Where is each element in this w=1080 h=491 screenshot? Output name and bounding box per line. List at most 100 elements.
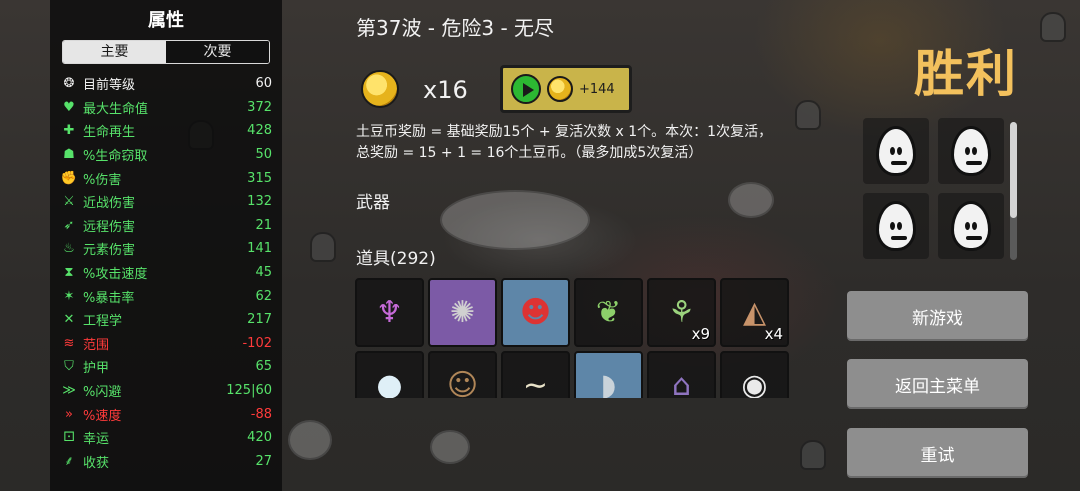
egg-face-part <box>972 222 977 230</box>
item-spiked-ball[interactable]: ✺ <box>428 278 497 347</box>
item-green-sack-icon: ❦ <box>595 295 622 330</box>
items-label: 道具(292) <box>356 249 436 269</box>
item-sprout[interactable]: ⚘ x9 <box>647 278 716 347</box>
character-grid <box>863 118 1004 259</box>
coin-count: x16 <box>423 76 468 104</box>
stat-row: ✊ %伤害 315 <box>60 166 272 190</box>
stat-label: 收获 <box>83 455 110 471</box>
item-bandaged-head-icon: ◉ <box>741 368 768 398</box>
stat-row: ⚀ 幸运 420 <box>60 426 272 450</box>
character-vampire-egg[interactable] <box>938 193 1004 259</box>
character-hat-egg[interactable] <box>863 193 929 259</box>
item-clown-face[interactable]: ☻ <box>501 278 570 347</box>
reward-description: 土豆币奖励 = 基础奖励15个 + 复活次数 x 1个。本次：1次复活， 总奖励… <box>356 122 796 164</box>
item-green-sack[interactable]: ❦ <box>574 278 643 347</box>
tab-secondary[interactable]: 次要 <box>166 41 269 63</box>
item-cake-slice[interactable]: ◭ x4 <box>720 278 789 347</box>
item-lizard[interactable]: ∼ <box>501 351 570 398</box>
enemy-swarm <box>728 182 774 218</box>
stat-row: ✚ 生命再生 428 <box>60 119 272 143</box>
stat-row: ❂ 目前等级 60 <box>60 72 272 96</box>
egg-face-part <box>890 147 895 155</box>
dodge-icon: ≫ <box>62 383 76 399</box>
item-monkey[interactable]: ☺ <box>428 351 497 398</box>
stat-label: %攻击速度 <box>83 267 148 283</box>
item-horn[interactable]: ◗ <box>574 351 643 398</box>
speed-icon: » <box>65 406 73 422</box>
stat-value: 132 <box>247 194 272 210</box>
items-grid: ♆ ✺ ☻ ❦ ⚘ x9 ◭ x4 ● ☺ ∼ ◗ ⌂ ◉ <box>355 278 795 398</box>
stat-label: %速度 <box>83 408 122 424</box>
stat-label: 远程伤害 <box>83 219 136 235</box>
stat-value: 45 <box>255 265 272 281</box>
wave-title: 第37波 - 危险3 - 无尽 <box>356 16 555 40</box>
egg-face-part <box>897 222 902 230</box>
stat-row: ♨ 元素伤害 141 <box>60 237 272 261</box>
character-hat-egg-icon <box>876 201 916 251</box>
stat-value: 27 <box>255 453 272 469</box>
fist-icon: ✊ <box>60 170 78 186</box>
item-cake-slice-icon: ◭ <box>742 295 767 330</box>
item-snowball-icon: ● <box>376 368 403 398</box>
stat-row: » %速度 -88 <box>60 402 272 426</box>
stat-row: ♥ 最大生命值 372 <box>60 96 272 120</box>
stat-row: ✶ %暴击率 62 <box>60 284 272 308</box>
character-scrollbar-thumb[interactable] <box>1010 122 1017 218</box>
stat-value: 141 <box>247 241 272 257</box>
item-lizard-icon: ∼ <box>522 368 549 398</box>
character-vampire-egg-icon <box>951 201 991 251</box>
stat-value: -102 <box>242 335 272 351</box>
item-purple-altar[interactable]: ♆ <box>355 278 424 347</box>
item-clown-face-icon: ☻ <box>519 295 552 330</box>
heart-icon: ♥ <box>63 99 75 115</box>
stat-row: ⛉ 护甲 65 <box>60 355 272 379</box>
play-icon <box>511 74 541 104</box>
egg-face-part <box>965 222 970 230</box>
stat-value: 420 <box>247 430 272 446</box>
character-angry-egg-icon <box>876 126 916 176</box>
watch-ad-bonus-button[interactable]: +144 <box>500 65 632 113</box>
potato-coin-icon <box>361 70 399 108</box>
stat-value: 21 <box>255 217 272 233</box>
stat-label: 元素伤害 <box>83 243 136 259</box>
stat-label: 最大生命值 <box>83 101 149 117</box>
stat-row: ✕ 工程学 217 <box>60 308 272 332</box>
tab-primary[interactable]: 主要 <box>63 41 166 63</box>
stat-label: 近战伤害 <box>83 196 136 212</box>
egg-face-part <box>890 222 895 230</box>
character-glasses-egg[interactable] <box>938 118 1004 184</box>
item-monkey-icon: ☺ <box>446 368 479 398</box>
stat-row: ➶ 远程伤害 21 <box>60 214 272 238</box>
stat-label: 生命再生 <box>83 125 136 141</box>
main-menu-button[interactable]: 返回主菜单 <box>847 359 1028 409</box>
stat-label: 目前等级 <box>83 78 136 94</box>
stat-value: 50 <box>255 147 272 163</box>
reward-description-line: 总奖励 = 15 + 1 = 16个土豆币。（最多加成5次复活） <box>356 145 703 161</box>
stat-value: 125|60 <box>226 383 272 399</box>
item-horn-icon: ◗ <box>600 368 617 398</box>
flame-icon: ♨ <box>63 241 75 257</box>
stats-tabs: 主要 次要 <box>62 40 270 64</box>
stats-panel: 属性 主要 次要 ❂ 目前等级 60 ♥ 最大生命值 372 ✚ 生命再生 428 ☗ %生命窃取 5… <box>50 0 282 491</box>
stat-row: ≋ 范围 -102 <box>60 332 272 356</box>
enemy-sprite <box>1040 12 1066 42</box>
harvest-icon: ⸙ <box>64 453 74 469</box>
stats-title: 属性 <box>148 10 184 31</box>
stat-label: 范围 <box>83 337 110 353</box>
brain-icon: ❂ <box>63 76 75 92</box>
regen-heart-icon: ✚ <box>63 123 75 139</box>
item-bandaged-head[interactable]: ◉ <box>720 351 789 398</box>
new-game-button[interactable]: 新游戏 <box>847 291 1028 341</box>
item-witch-hat-icon: ⌂ <box>671 368 692 398</box>
item-snowball[interactable]: ● <box>355 351 424 398</box>
victory-title: 胜利 <box>914 45 1018 103</box>
item-count: x4 <box>764 325 783 343</box>
character-glasses-egg-icon <box>951 126 991 176</box>
item-witch-hat[interactable]: ⌂ <box>647 351 716 398</box>
retry-button[interactable]: 重试 <box>847 428 1028 478</box>
character-angry-egg[interactable] <box>863 118 929 184</box>
item-purple-altar-icon: ♆ <box>376 295 403 330</box>
item-count: x9 <box>691 325 710 343</box>
vampire-teeth-icon: ☗ <box>63 147 75 163</box>
enemy-sprite <box>800 440 826 470</box>
